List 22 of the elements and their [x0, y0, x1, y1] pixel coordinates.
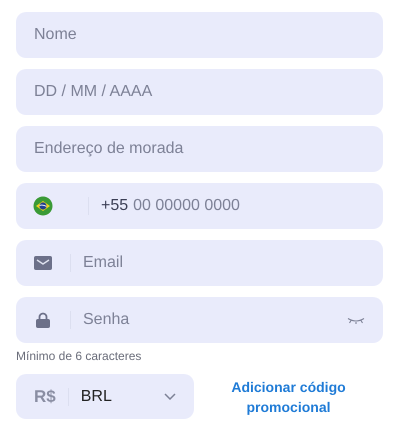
text-field[interactable]: Endereço de morada: [16, 126, 383, 172]
hint-text: Mínimo de 6 caracteres: [16, 349, 142, 363]
phone-input[interactable]: 00 00000 0000: [133, 197, 365, 215]
currency-symbol: R$: [34, 386, 56, 406]
currency-select[interactable]: R$ BRL: [16, 374, 194, 419]
lock-icon: [36, 312, 50, 328]
email-field[interactable]: Email: [16, 240, 383, 286]
country-code: +55: [101, 197, 128, 215]
text-field[interactable]: Nome: [16, 12, 383, 58]
password-field[interactable]: Senha: [16, 297, 383, 343]
promo-code-link[interactable]: Adicionar código promocional: [194, 376, 383, 416]
envelope-icon: [34, 256, 52, 270]
text-input[interactable]: DD / MM / AAAA: [34, 83, 365, 101]
text-input[interactable]: Endereço de morada: [34, 140, 365, 158]
email-input[interactable]: Email: [83, 254, 365, 272]
flag-icon[interactable]: [33, 196, 53, 216]
phone-field[interactable]: +55 00 00000 0000: [16, 183, 383, 229]
closed-eye-icon[interactable]: [347, 316, 365, 324]
text-field[interactable]: DD / MM / AAAA: [16, 69, 383, 115]
password-input[interactable]: Senha: [83, 311, 347, 329]
text-input[interactable]: Nome: [34, 26, 365, 44]
chevron-down-icon: [164, 393, 176, 400]
